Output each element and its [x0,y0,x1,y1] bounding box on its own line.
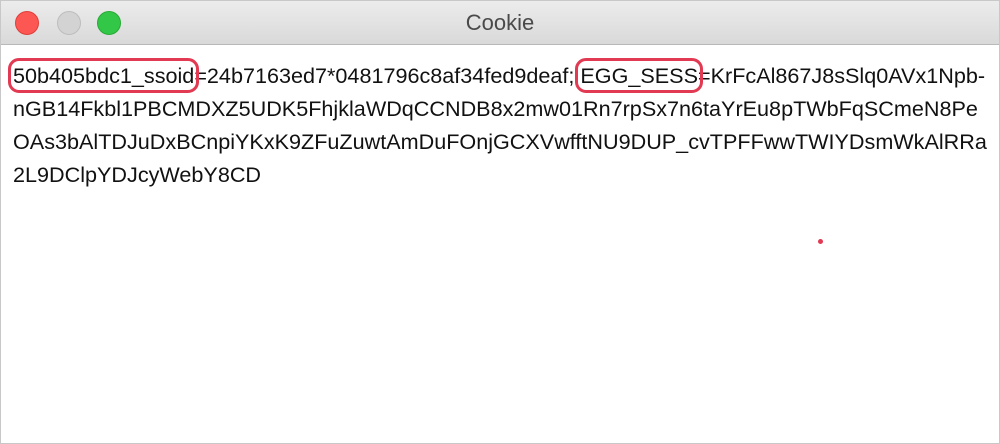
cookie-name-egg-sess: EGG_SESS [575,58,703,93]
cookie-value-ssoid: =24b7163ed7*0481796c8af34fed9deaf; [194,63,581,88]
cookie-window: Cookie 50b405bdc1_ssoid=24b7163ed7*04817… [0,0,1000,444]
window-title: Cookie [465,10,535,35]
title-bar[interactable]: Cookie [1,1,999,45]
red-dot-marker [818,239,823,244]
cookie-name-ssoid: 50b405bdc1_ssoid [7,58,200,93]
cookie-text[interactable]: 50b405bdc1_ssoid=24b7163ed7*0481796c8af3… [7,58,989,191]
